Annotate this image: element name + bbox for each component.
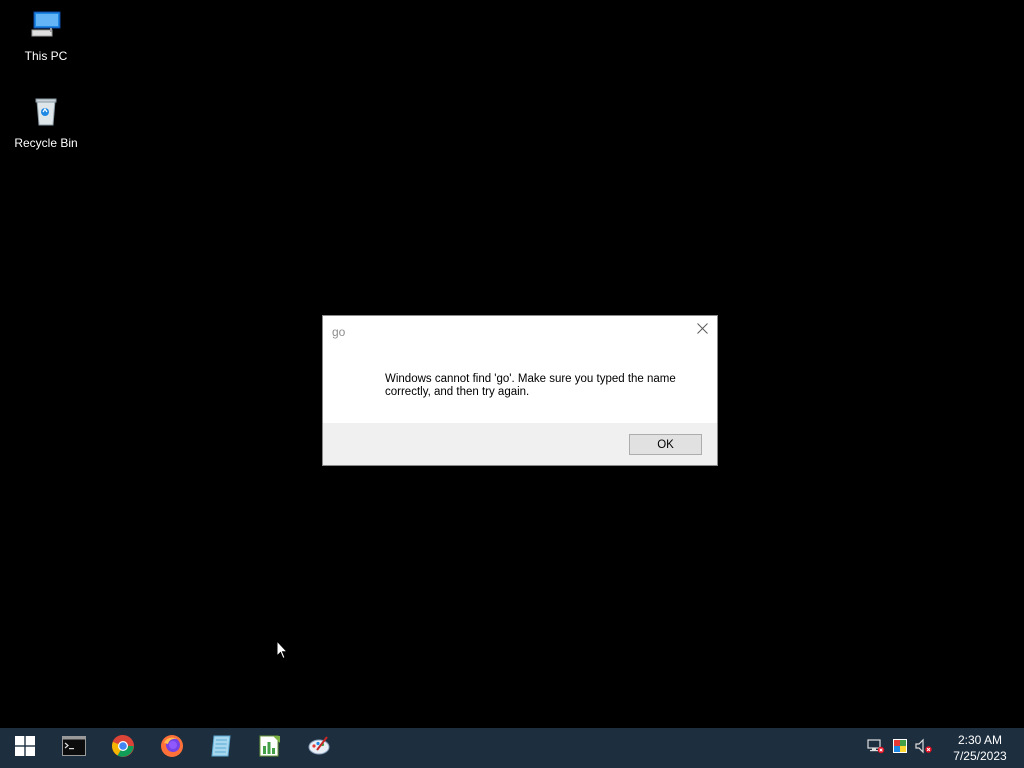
ok-button[interactable]: OK <box>629 434 702 455</box>
close-icon <box>696 321 708 339</box>
desktop-icon-label: This PC <box>24 49 68 63</box>
volume-control[interactable] <box>912 728 936 768</box>
desktop-icon-recycle-bin[interactable]: Recycle Bin <box>8 95 84 150</box>
mouse-cursor-icon <box>276 639 289 665</box>
system-tray: 2:30 AM 7/25/2023 <box>864 728 1024 768</box>
clock-date: 7/25/2023 <box>953 749 1007 763</box>
taskbar-spreadsheet[interactable] <box>245 728 294 768</box>
display-icon <box>892 738 908 759</box>
taskbar-firefox[interactable] <box>147 728 196 768</box>
taskbar-clock[interactable]: 2:30 AM 7/25/2023 <box>940 732 1020 764</box>
volume-muted-icon <box>915 738 933 759</box>
network-disconnected-icon <box>867 738 885 759</box>
clock-time: 2:30 AM <box>957 733 1003 747</box>
taskbar-paint[interactable] <box>294 728 343 768</box>
this-pc-icon <box>30 8 62 45</box>
network-status[interactable] <box>864 728 888 768</box>
chrome-icon <box>111 734 135 763</box>
recycle-bin-icon <box>30 95 62 132</box>
spreadsheet-icon <box>258 734 282 763</box>
taskbar-notepad[interactable] <box>196 728 245 768</box>
dialog-message: Windows cannot find 'go'. Make sure you … <box>385 373 676 398</box>
dialog-title: go <box>332 325 346 339</box>
dialog-footer: OK <box>323 423 717 465</box>
paint-icon <box>307 734 331 763</box>
taskbar-google-chrome[interactable] <box>98 728 147 768</box>
notepad-icon <box>209 734 233 763</box>
desktop-icon-label: Recycle Bin <box>14 136 78 150</box>
windows-logo-icon <box>14 735 35 761</box>
desktop-icon-this-pc[interactable]: This PC <box>8 8 84 63</box>
display-settings[interactable] <box>888 728 912 768</box>
start-button[interactable] <box>0 728 49 768</box>
firefox-icon <box>160 734 184 763</box>
error-dialog: go Windows cannot find 'go'. Make sure y… <box>322 315 718 466</box>
taskbar: 2:30 AM 7/25/2023 <box>0 728 1024 768</box>
close-button[interactable] <box>687 316 717 344</box>
terminal-icon <box>61 735 86 761</box>
taskbar-command-prompt[interactable] <box>49 728 98 768</box>
